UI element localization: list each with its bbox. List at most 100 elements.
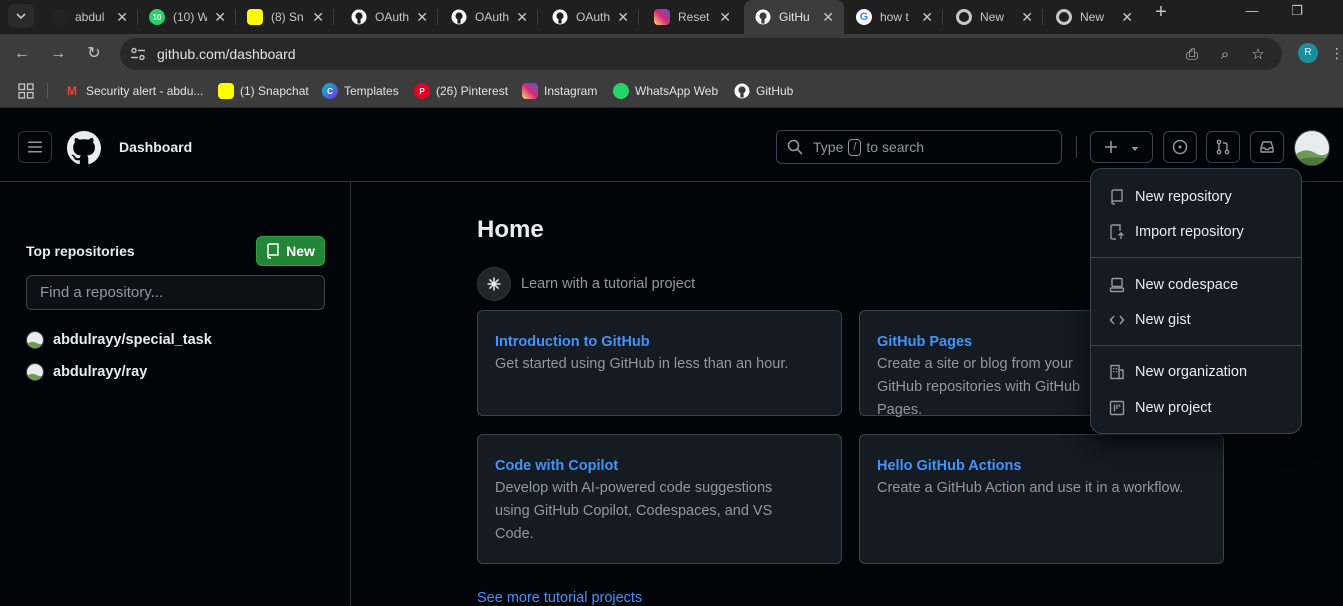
page-context-title[interactable]: Dashboard — [119, 139, 192, 155]
git-pull-request-icon — [1216, 139, 1230, 155]
repo-owner-avatar — [26, 363, 44, 381]
close-tab-icon[interactable]: ✕ — [312, 9, 324, 25]
new-tab-button[interactable]: + — [1152, 2, 1170, 22]
browser-tab[interactable]: New ✕ — [1045, 0, 1143, 34]
tutorial-card[interactable]: Introduction to GitHub Get started using… — [477, 310, 842, 416]
close-tab-icon[interactable]: ✕ — [1121, 9, 1133, 25]
close-tab-icon[interactable]: ✕ — [1021, 9, 1033, 25]
organization-icon — [1108, 363, 1126, 381]
search-icon — [787, 139, 803, 155]
issues-button[interactable] — [1163, 131, 1197, 163]
hamburger-menu-button[interactable] — [18, 131, 52, 163]
bookmark-github[interactable]: GitHub — [734, 74, 793, 108]
code-icon — [1108, 311, 1126, 329]
inbox-button[interactable] — [1250, 131, 1284, 163]
inbox-icon — [1260, 141, 1274, 153]
snapchat-icon — [218, 83, 234, 99]
top-repositories-heading: Top repositories — [26, 243, 135, 259]
project-icon — [1108, 399, 1126, 417]
bookmark-templates[interactable]: C Templates — [322, 74, 399, 108]
pull-requests-button[interactable] — [1206, 131, 1240, 163]
minimize-icon[interactable]: — — [1232, 0, 1272, 24]
menu-item-new-project[interactable]: New project — [1091, 391, 1301, 425]
close-tab-icon[interactable]: ✕ — [617, 9, 629, 25]
tab-search-button[interactable] — [8, 4, 34, 28]
url-text[interactable]: github.com/dashboard — [157, 46, 296, 62]
menu-item-new-gist[interactable]: New gist — [1091, 303, 1301, 337]
browser-tab[interactable]: (8) Sn ✕ — [236, 0, 334, 34]
bookmark-star-icon[interactable]: ☆ — [1249, 46, 1267, 64]
browser-tab[interactable]: OAuth ✕ — [440, 0, 538, 34]
github-icon — [755, 9, 771, 25]
browser-tab-active[interactable]: GitHu ✕ — [744, 0, 844, 34]
browser-tab[interactable]: OAuth ✕ — [541, 0, 639, 34]
plus-icon — [1104, 141, 1117, 153]
search-shortcut-key: / — [848, 138, 862, 156]
bookmark-gmail[interactable]: M Security alert - abdu... — [64, 74, 203, 108]
back-arrow-icon[interactable]: ← — [11, 43, 33, 65]
close-tab-icon[interactable]: ✕ — [822, 9, 834, 25]
site-info-icon[interactable] — [130, 46, 146, 62]
bookmark-pinterest[interactable]: P (26) Pinterest — [414, 74, 508, 108]
tutorial-card-title[interactable]: Hello GitHub Actions — [877, 456, 1206, 476]
close-tab-icon[interactable]: ✕ — [719, 9, 731, 25]
page-title: Home — [477, 216, 544, 243]
tutorial-card-description: Create a site or blog from your GitHub r… — [877, 356, 1081, 418]
bookmarks-bar: M Security alert - abdu... (1) Snapchat … — [0, 74, 1343, 108]
menu-item-import-repository[interactable]: Import repository — [1091, 215, 1301, 249]
browser-tab[interactable]: abdul ✕ — [40, 0, 138, 34]
issue-opened-icon — [1172, 139, 1188, 155]
menu-item-new-organization[interactable]: New organization — [1091, 355, 1301, 389]
tutorial-card[interactable]: Hello GitHub Actions Create a GitHub Act… — [859, 434, 1224, 564]
browser-tab[interactable]: 10 (10) W ✕ — [138, 0, 236, 34]
repo-link[interactable]: abdulrayy / ray — [26, 362, 147, 382]
install-app-icon[interactable]: ⎙ — [1183, 46, 1201, 64]
menu-item-new-codespace[interactable]: New codespace — [1091, 268, 1301, 302]
triangle-down-icon — [1131, 146, 1138, 151]
hamburger-icon — [28, 141, 42, 153]
tutorial-card-title[interactable]: Code with Copilot — [495, 456, 824, 476]
tutorial-card-title[interactable]: Introduction to GitHub — [495, 332, 824, 352]
close-tab-icon[interactable]: ✕ — [116, 9, 128, 25]
restore-icon[interactable]: ❐ — [1277, 0, 1317, 24]
user-avatar[interactable] — [1294, 130, 1330, 166]
github-icon — [734, 83, 750, 99]
whatsapp-icon: 10 — [149, 9, 165, 25]
repo-link[interactable]: abdulrayy / special_task — [26, 330, 212, 350]
reload-icon[interactable]: ↻ — [83, 43, 105, 65]
forward-arrow-icon[interactable]: → — [47, 43, 69, 65]
tutorial-card[interactable]: Code with Copilot Develop with AI-powere… — [477, 434, 842, 564]
see-more-tutorials-link[interactable]: See more tutorial projects — [477, 590, 642, 606]
chrome-icon — [1056, 9, 1072, 25]
close-tab-icon[interactable]: ✕ — [214, 9, 226, 25]
more-options-icon[interactable]: ⋮ — [1330, 45, 1343, 62]
browser-tab[interactable]: Reset ✕ — [643, 0, 741, 34]
menu-item-new-repository[interactable]: New repository — [1091, 180, 1301, 214]
github-icon — [51, 9, 67, 25]
apps-grid-icon[interactable] — [18, 83, 34, 99]
browser-tab[interactable]: New ✕ — [945, 0, 1043, 34]
browser-tab[interactable]: OAuth ✕ — [340, 0, 438, 34]
sparkle-icon — [477, 267, 511, 301]
close-tab-icon[interactable]: ✕ — [416, 9, 428, 25]
codespaces-icon — [1108, 276, 1126, 294]
browser-toolbar: ← → ↻ github.com/dashboard ⎙ ⌕ ☆ R ⋮ — [0, 34, 1343, 74]
browser-tab[interactable]: G how t ✕ — [845, 0, 943, 34]
bookmark-snapchat[interactable]: (1) Snapchat — [218, 74, 309, 108]
chevron-down-icon — [16, 13, 26, 20]
search-input[interactable]: Type / to search — [776, 130, 1062, 164]
bookmark-instagram[interactable]: Instagram — [522, 74, 597, 108]
repo-owner-avatar — [26, 331, 44, 349]
zoom-icon[interactable]: ⌕ — [1216, 46, 1234, 64]
profile-avatar[interactable]: R — [1298, 43, 1318, 63]
close-tab-icon[interactable]: ✕ — [516, 9, 528, 25]
create-new-button[interactable] — [1090, 131, 1153, 163]
close-tab-icon[interactable]: ✕ — [921, 9, 933, 25]
github-logo-icon[interactable] — [67, 131, 101, 165]
find-repository-input[interactable]: Find a repository... — [26, 275, 325, 310]
bookmark-whatsapp[interactable]: WhatsApp Web — [613, 74, 718, 108]
new-repository-button[interactable]: New — [256, 236, 325, 266]
chrome-icon — [956, 9, 972, 25]
address-bar[interactable]: github.com/dashboard ⎙ ⌕ ☆ — [120, 38, 1282, 70]
github-icon — [451, 9, 467, 25]
